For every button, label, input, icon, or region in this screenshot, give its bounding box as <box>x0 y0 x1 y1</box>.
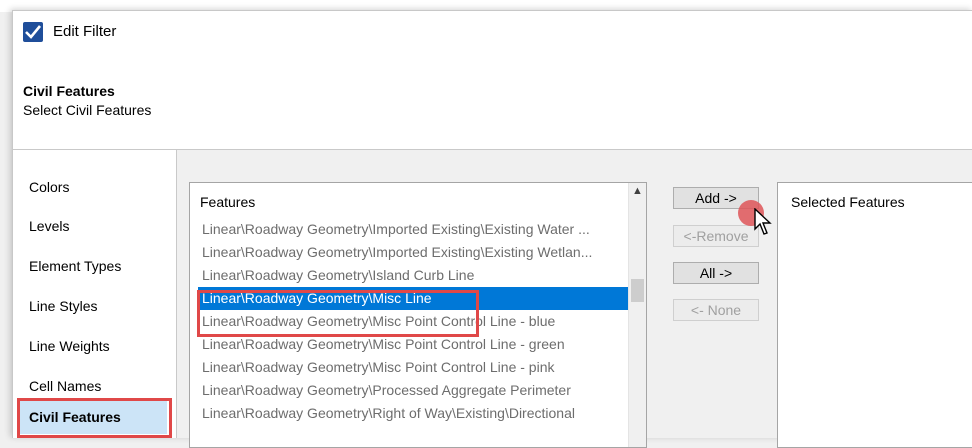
nav-item-element-types[interactable]: Element Types <box>17 250 167 283</box>
window-title: Edit Filter <box>53 23 117 40</box>
scroll-up-icon[interactable]: ▲ <box>629 183 646 200</box>
mouse-cursor-icon <box>754 208 772 235</box>
title-bar: Edit Filter <box>13 11 972 53</box>
list-item[interactable]: Linear\Roadway Geometry\Processed Aggreg… <box>198 379 630 402</box>
selected-features-list[interactable]: Selected Features <box>777 182 972 448</box>
scrollbar-thumb[interactable] <box>631 279 644 302</box>
list-item[interactable]: Linear\Roadway Geometry\Misc Point Contr… <box>198 356 630 379</box>
all-button[interactable]: All -> <box>673 262 759 284</box>
none-button[interactable]: <- None <box>673 299 759 321</box>
page-header: Civil Features Select Civil Features <box>13 53 972 150</box>
nav-item-levels[interactable]: Levels <box>17 210 167 243</box>
list-item[interactable]: Linear\Roadway Geometry\Imported Existin… <box>198 218 630 241</box>
nav-item-colors[interactable]: Colors <box>17 171 167 204</box>
nav-item-line-styles[interactable]: Line Styles <box>17 290 167 323</box>
list-item[interactable]: Linear\Roadway Geometry\Right of Way\Exi… <box>198 402 630 425</box>
list-item[interactable]: Linear\Roadway Geometry\Imported Existin… <box>198 241 630 264</box>
list-item[interactable]: Linear\Roadway Geometry\Island Curb Line <box>198 264 630 287</box>
nav-item-line-weights[interactable]: Line Weights <box>17 330 167 363</box>
app-icon <box>23 22 43 42</box>
page-subtitle: Select Civil Features <box>23 102 152 118</box>
features-list[interactable]: Features Linear\Roadway Geometry\Importe… <box>189 182 647 448</box>
page-title: Civil Features <box>23 83 115 99</box>
nav-highlight-annotation <box>17 398 172 438</box>
remove-button[interactable]: <-Remove <box>673 225 759 247</box>
features-scrollbar[interactable]: ▲ <box>628 183 646 447</box>
edit-filter-dialog: Edit Filter Civil Features Select Civil … <box>12 10 972 448</box>
features-list-header: Features <box>200 194 256 210</box>
selected-features-header: Selected Features <box>791 194 905 210</box>
list-highlight-annotation <box>197 290 479 337</box>
filter-category-nav: Colors Levels Element Types Line Styles … <box>13 150 177 438</box>
